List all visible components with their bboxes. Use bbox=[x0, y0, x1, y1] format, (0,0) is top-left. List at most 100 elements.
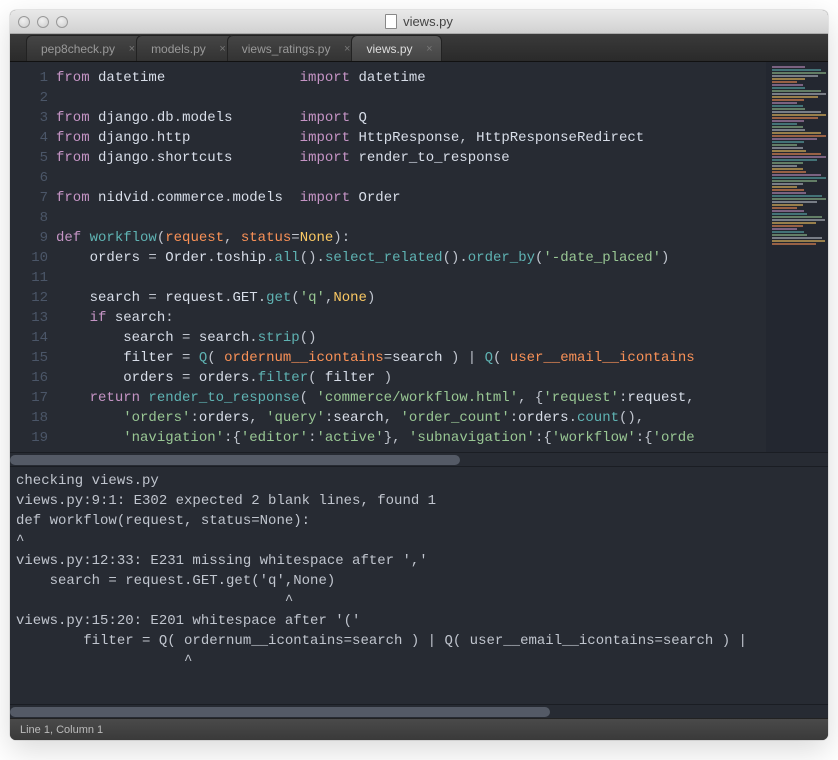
minimap-line bbox=[772, 78, 805, 80]
console-pane[interactable]: checking views.pyviews.py:9:1: E302 expe… bbox=[10, 466, 828, 704]
tab-close-icon[interactable]: × bbox=[344, 43, 350, 55]
code-line[interactable]: from django.db.models import Q bbox=[56, 108, 766, 128]
minimap-line bbox=[772, 162, 803, 164]
code-line[interactable] bbox=[56, 168, 766, 188]
line-gutter: 1234567891011121314151617181920 bbox=[10, 62, 56, 452]
minimap-line bbox=[772, 111, 821, 113]
console-line: views.py:15:20: E201 whitespace after '(… bbox=[16, 611, 822, 631]
minimap-line bbox=[772, 150, 806, 152]
code-line[interactable] bbox=[56, 268, 766, 288]
editor-hscroll[interactable] bbox=[10, 452, 828, 466]
minimap-line bbox=[772, 192, 806, 194]
line-number: 19 bbox=[10, 428, 48, 448]
console-line: ^ bbox=[16, 651, 822, 671]
minimap-line bbox=[772, 135, 826, 137]
minimap-line bbox=[772, 156, 826, 158]
minimize-window-button[interactable] bbox=[37, 16, 49, 28]
tab-pep8check-py[interactable]: pep8check.py × bbox=[26, 35, 144, 61]
minimap-line bbox=[772, 174, 821, 176]
code-line[interactable]: if search: bbox=[56, 308, 766, 328]
minimap-line bbox=[772, 126, 803, 128]
minimap-line bbox=[772, 93, 826, 95]
title-area: views.py bbox=[10, 14, 828, 29]
minimap-line bbox=[772, 234, 807, 236]
minimap-line bbox=[772, 195, 822, 197]
traffic-lights bbox=[18, 16, 68, 28]
minimap-line bbox=[772, 138, 817, 140]
console-line: ^ bbox=[16, 591, 822, 611]
minimap-line bbox=[772, 120, 804, 122]
minimap-line bbox=[772, 201, 817, 203]
minimap-line bbox=[772, 213, 807, 215]
titlebar: views.py bbox=[10, 10, 828, 34]
code-line[interactable]: def workflow(request, status=None): bbox=[56, 228, 766, 248]
line-number: 17 bbox=[10, 388, 48, 408]
code-area[interactable]: from datetime import datetime from djang… bbox=[56, 62, 766, 452]
code-line[interactable] bbox=[56, 88, 766, 108]
close-window-button[interactable] bbox=[18, 16, 30, 28]
console-line: def workflow(request, status=None): bbox=[16, 511, 822, 531]
minimap-line bbox=[772, 81, 797, 83]
minimap-line bbox=[772, 231, 804, 233]
code-line[interactable]: from datetime import datetime bbox=[56, 68, 766, 88]
tab-views-py[interactable]: views.py× bbox=[351, 35, 441, 61]
code-line[interactable]: 'navigation':{'editor':'active'}, 'subna… bbox=[56, 428, 766, 448]
minimap-line bbox=[772, 123, 797, 125]
minimap-line bbox=[772, 66, 805, 68]
console-line: views.py:12:33: E231 missing whitespace … bbox=[16, 551, 822, 571]
minimap-line bbox=[772, 96, 818, 98]
tabbar: pep8check.py×models.py×views_ratings.py×… bbox=[10, 34, 828, 62]
minimap[interactable] bbox=[766, 62, 828, 452]
line-number: 6 bbox=[10, 168, 48, 188]
console-hscroll[interactable] bbox=[10, 704, 828, 718]
editor-pane[interactable]: 1234567891011121314151617181920 from dat… bbox=[10, 62, 828, 452]
code-line[interactable]: filter = Q( ordernum__icontains=search )… bbox=[56, 348, 766, 368]
console-line: checking views.py bbox=[16, 471, 822, 491]
minimap-line bbox=[772, 84, 803, 86]
zoom-window-button[interactable] bbox=[56, 16, 68, 28]
minimap-line bbox=[772, 153, 821, 155]
minimap-line bbox=[772, 183, 803, 185]
tab-label: pep8check.py bbox=[41, 42, 115, 56]
code-line[interactable] bbox=[56, 208, 766, 228]
code-line[interactable]: 'orders':orders, 'query':search, 'order_… bbox=[56, 408, 766, 428]
console-hscroll-thumb[interactable] bbox=[10, 707, 550, 717]
editor-hscroll-thumb[interactable] bbox=[10, 455, 460, 465]
code-line[interactable]: orders = Order.toship.all().select_relat… bbox=[56, 248, 766, 268]
code-line[interactable]: search = request.GET.get('q',None) bbox=[56, 288, 766, 308]
code-line[interactable]: from django.shortcuts import render_to_r… bbox=[56, 148, 766, 168]
tab-close-icon[interactable]: × bbox=[426, 43, 432, 55]
line-number: 2 bbox=[10, 88, 48, 108]
minimap-line bbox=[772, 90, 821, 92]
minimap-line bbox=[772, 108, 805, 110]
tab-close-icon[interactable]: × bbox=[219, 43, 225, 55]
minimap-line bbox=[772, 225, 803, 227]
code-line[interactable]: orders = orders.filter( filter ) bbox=[56, 368, 766, 388]
line-number: 5 bbox=[10, 148, 48, 168]
minimap-line bbox=[772, 75, 818, 77]
minimap-line bbox=[772, 141, 804, 143]
minimap-line bbox=[772, 159, 817, 161]
line-number: 4 bbox=[10, 128, 48, 148]
cursor-position: Line 1, Column 1 bbox=[20, 724, 103, 736]
code-line[interactable]: return render_to_response( 'commerce/wor… bbox=[56, 388, 766, 408]
minimap-line bbox=[772, 144, 797, 146]
line-number: 10 bbox=[10, 248, 48, 268]
minimap-line bbox=[772, 240, 825, 242]
minimap-line bbox=[772, 186, 797, 188]
console-line: ^ bbox=[16, 531, 822, 551]
tab-close-icon[interactable]: × bbox=[129, 43, 135, 55]
code-line[interactable]: from nidvid.commerce.models import Order bbox=[56, 188, 766, 208]
minimap-line bbox=[772, 228, 797, 230]
code-line[interactable]: search = search.strip() bbox=[56, 328, 766, 348]
minimap-line bbox=[772, 102, 797, 104]
minimap-line bbox=[772, 105, 803, 107]
minimap-line bbox=[772, 147, 803, 149]
tab-views_ratings-py[interactable]: views_ratings.py× bbox=[227, 35, 360, 61]
line-number: 7 bbox=[10, 188, 48, 208]
minimap-line bbox=[772, 207, 797, 209]
minimap-line bbox=[772, 114, 826, 116]
tab-models-py[interactable]: models.py× bbox=[136, 35, 235, 61]
code-line[interactable]: from django.http import HttpResponse, Ht… bbox=[56, 128, 766, 148]
minimap-line bbox=[772, 237, 822, 239]
